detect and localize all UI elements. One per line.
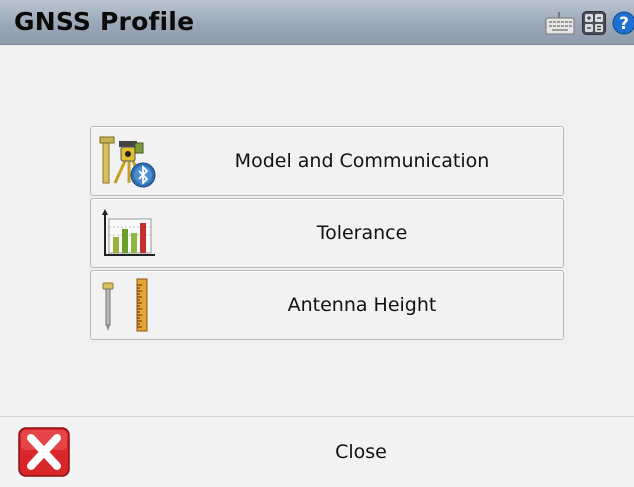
- bottom-bar: Close: [0, 416, 634, 481]
- menu-item-label: Antenna Height: [287, 294, 437, 316]
- profile-menu: Model and Communication Tolerance Antenn…: [90, 126, 564, 342]
- receiver-bluetooth-icon: [97, 131, 157, 191]
- model-and-communication-button[interactable]: Model and Communication: [90, 126, 564, 196]
- menu-item-label: Tolerance: [316, 222, 408, 244]
- page-title: GNSS Profile: [14, 7, 195, 36]
- help-icon[interactable]: ?: [612, 11, 634, 39]
- tolerance-bars-icon: [97, 203, 157, 263]
- tolerance-button[interactable]: Tolerance: [90, 198, 564, 268]
- antenna-height-button[interactable]: Antenna Height: [90, 270, 564, 340]
- svg-text:?: ?: [619, 14, 629, 34]
- close-label: Close: [335, 441, 387, 463]
- keyboard-icon[interactable]: [545, 11, 575, 39]
- antenna-height-icon: [97, 275, 157, 335]
- calculator-icon[interactable]: [582, 11, 606, 39]
- menu-item-label: Model and Communication: [234, 150, 490, 172]
- close-button[interactable]: Close: [0, 417, 634, 481]
- title-bar: GNSS Profile ?: [0, 0, 634, 45]
